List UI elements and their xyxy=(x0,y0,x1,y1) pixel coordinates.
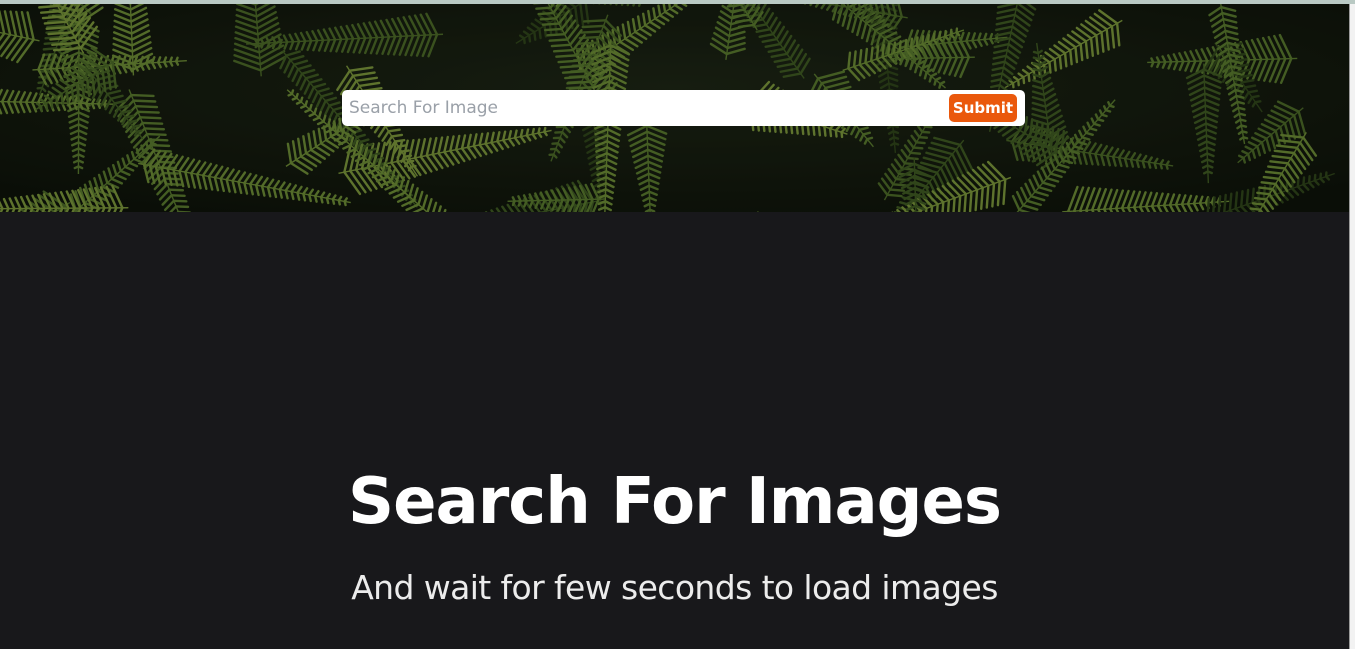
search-input[interactable] xyxy=(342,90,942,126)
submit-button[interactable]: Submit xyxy=(949,94,1017,122)
search-form: Submit xyxy=(342,90,1025,126)
page-scrollbar[interactable] xyxy=(1349,4,1355,649)
page-title: Search For Images xyxy=(348,465,1002,539)
page-subtitle: And wait for few seconds to load images xyxy=(351,568,998,607)
